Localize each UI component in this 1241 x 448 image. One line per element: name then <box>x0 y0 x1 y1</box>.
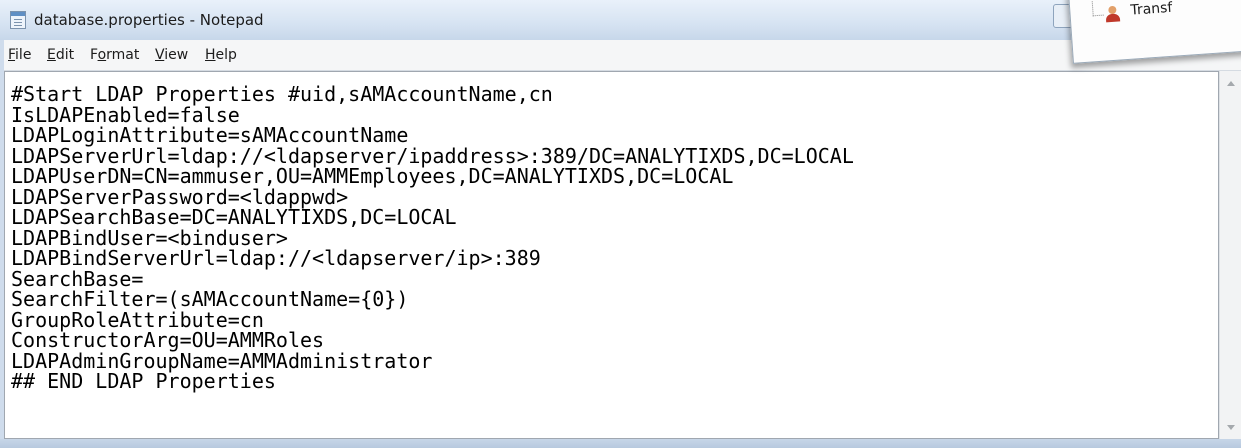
window-title: database.properties - Notepad <box>34 11 264 29</box>
menu-file[interactable]: File <box>8 47 31 63</box>
notepad-icon[interactable] <box>10 11 26 29</box>
menu-view[interactable]: View <box>155 47 188 63</box>
menu-edit[interactable]: Edit <box>47 47 74 63</box>
tree-connector <box>1091 0 1104 17</box>
vertical-scrollbar[interactable] <box>1219 71 1241 439</box>
user-icon <box>1104 5 1121 23</box>
window-bottom-border <box>0 439 1241 448</box>
scroll-down-arrow-icon[interactable] <box>1220 417 1241 437</box>
popup-label[interactable]: Transf <box>1130 0 1173 19</box>
text-editor[interactable]: #Start LDAP Properties #uid,sAMAccountNa… <box>4 71 1219 439</box>
menu-bar: File Edit Format View Help <box>4 40 1241 71</box>
notepad-window: database.properties - Notepad File Edit … <box>0 0 1241 448</box>
scroll-up-arrow-icon[interactable] <box>1220 73 1241 93</box>
editor-content[interactable]: #Start LDAP Properties #uid,sAMAccountNa… <box>11 84 854 392</box>
menu-format[interactable]: Format <box>90 47 139 63</box>
title-bar[interactable]: database.properties - Notepad <box>0 0 1241 40</box>
menu-help[interactable]: Help <box>205 47 237 63</box>
editor-line[interactable]: ## END LDAP Properties <box>11 369 276 393</box>
